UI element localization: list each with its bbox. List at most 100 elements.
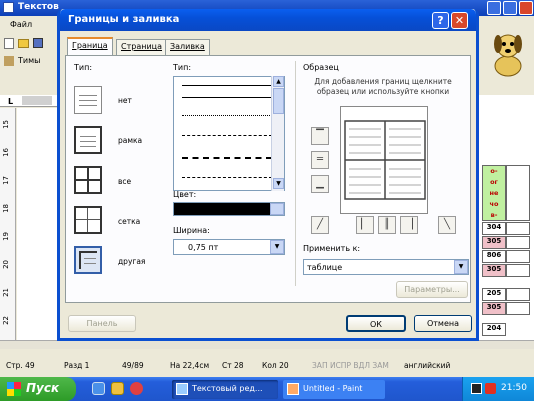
preset-none-label: нет: [118, 96, 132, 105]
open-folder-icon[interactable]: [18, 39, 29, 48]
table-cell[interactable]: [506, 236, 530, 249]
preset-all-label: все: [118, 177, 132, 186]
cancel-button[interactable]: Отмена: [414, 315, 472, 332]
table-cell[interactable]: 304: [482, 222, 506, 235]
styles-icon[interactable]: [4, 56, 14, 66]
table-cell[interactable]: [506, 165, 530, 221]
ok-button[interactable]: ОК: [346, 315, 406, 332]
border-right-button[interactable]: ▕: [400, 216, 418, 234]
table-cell[interactable]: 204: [482, 323, 506, 336]
table-cell[interactable]: [506, 222, 530, 235]
width-select[interactable]: 0,75 пт: [173, 239, 285, 255]
table-cell[interactable]: [506, 288, 530, 301]
windows-logo-icon: [7, 382, 21, 396]
border-left-button[interactable]: ▏: [356, 216, 374, 234]
preset-box[interactable]: [74, 126, 102, 154]
toolbar-button[interactable]: Панель: [68, 315, 136, 332]
preset-grid[interactable]: [74, 206, 102, 234]
preset-box-label: рамка: [118, 136, 143, 145]
chevron-down-icon[interactable]: ▼: [270, 240, 284, 254]
standard-toolbar[interactable]: [0, 36, 60, 52]
style-name[interactable]: Тимы: [18, 56, 40, 65]
document-table-area[interactable]: о- ог не чо в- 304 305 806 305 205 305 2…: [478, 95, 534, 345]
preset-none[interactable]: [74, 86, 102, 114]
line-style-item[interactable]: [182, 85, 272, 86]
color-select[interactable]: [173, 202, 285, 216]
apply-to-select[interactable]: таблице: [303, 259, 469, 275]
new-document-icon[interactable]: [4, 38, 14, 49]
line-style-item[interactable]: [182, 97, 278, 98]
tab-shading[interactable]: Заливка: [165, 39, 210, 55]
preview-sample[interactable]: [340, 106, 428, 214]
taskbar-item-label: Текстовый ред...: [192, 384, 263, 393]
style-list-scrollbar[interactable]: ▲ ▼: [271, 76, 284, 191]
clock[interactable]: 21:50: [501, 383, 527, 393]
table-cell[interactable]: 205: [482, 288, 506, 301]
scroll-thumb[interactable]: [273, 88, 284, 114]
ruler-mark: 16: [2, 148, 10, 157]
help-button[interactable]: ?: [432, 12, 449, 29]
preset-all[interactable]: [74, 166, 102, 194]
border-bottom-button[interactable]: ▁: [311, 175, 329, 193]
table-cell[interactable]: 806: [482, 250, 506, 263]
options-button[interactable]: Параметры...: [396, 281, 468, 298]
preset-custom-label: другая: [118, 257, 146, 266]
tab-page-border[interactable]: Страница: [116, 39, 168, 55]
chevron-down-icon[interactable]: [270, 203, 284, 215]
tab-stop-icon[interactable]: L: [8, 97, 13, 106]
word-app-icon: [3, 2, 14, 13]
table-cell[interactable]: 305: [482, 302, 506, 315]
folder-icon[interactable]: [111, 382, 124, 395]
diagonal-down-button[interactable]: ╲: [438, 216, 456, 234]
internet-explorer-icon[interactable]: [92, 382, 105, 395]
horizontal-scrollbar[interactable]: [0, 340, 534, 349]
ruler-mark: 21: [2, 288, 10, 297]
ruler-mark: 18: [2, 204, 10, 213]
chevron-down-icon[interactable]: ▼: [454, 260, 468, 274]
line-style-item[interactable]: [182, 177, 272, 178]
border-inside-horizontal-button[interactable]: ═: [311, 151, 329, 169]
document-page[interactable]: [17, 108, 57, 340]
width-label: Ширина:: [173, 226, 210, 235]
table-cell[interactable]: [506, 250, 530, 263]
setting-label: Тип:: [74, 63, 93, 72]
border-inside-vertical-button[interactable]: ║: [378, 216, 396, 234]
line-style-item[interactable]: [182, 157, 272, 159]
table-cell[interactable]: 305: [482, 236, 506, 249]
security-alert-icon[interactable]: [485, 383, 496, 394]
status-column: Кол 20: [262, 361, 289, 370]
line-style-list[interactable]: [173, 76, 285, 191]
tab-borders[interactable]: Граница: [67, 37, 113, 56]
table-cell[interactable]: [506, 302, 530, 315]
tray-app-icon[interactable]: [471, 383, 482, 394]
maximize-icon[interactable]: [503, 1, 517, 15]
preset-custom[interactable]: [74, 246, 102, 274]
taskbar-item-word[interactable]: Текстовый ред...: [172, 380, 278, 399]
status-page: Стр. 49: [6, 361, 35, 370]
table-cell[interactable]: о- ог не чо в-: [482, 165, 506, 221]
menu-file[interactable]: Файл: [0, 18, 60, 32]
line-style-item[interactable]: [182, 135, 272, 136]
preview-hint: Для добавления границ щелкните образец и…: [314, 77, 452, 96]
save-icon[interactable]: [33, 38, 43, 48]
scroll-down-icon[interactable]: ▼: [273, 178, 284, 189]
close-icon[interactable]: [519, 1, 533, 15]
diagonal-up-button[interactable]: ╱: [311, 216, 329, 234]
media-player-icon[interactable]: [130, 382, 143, 395]
table-cell[interactable]: 305: [482, 264, 506, 277]
office-assistant-dog[interactable]: [490, 30, 526, 80]
minimize-icon[interactable]: [487, 1, 501, 15]
ruler-mark: 19: [2, 232, 10, 241]
line-style-item[interactable]: [182, 115, 272, 116]
system-tray: 21:50: [462, 377, 534, 401]
background-title: Текстов: [18, 2, 59, 12]
dialog-title-bar[interactable]: Границы и заливка: [60, 9, 476, 31]
formatting-toolbar: Тимы: [0, 54, 60, 70]
close-button[interactable]: ✕: [451, 12, 468, 29]
ruler-mark: 20: [2, 260, 10, 269]
taskbar-item-paint[interactable]: Untitled - Paint: [283, 380, 385, 399]
table-cell[interactable]: [506, 264, 530, 277]
status-pages: 49/89: [122, 361, 144, 370]
border-top-button[interactable]: ▔: [311, 127, 329, 145]
scroll-up-icon[interactable]: ▲: [273, 76, 284, 87]
